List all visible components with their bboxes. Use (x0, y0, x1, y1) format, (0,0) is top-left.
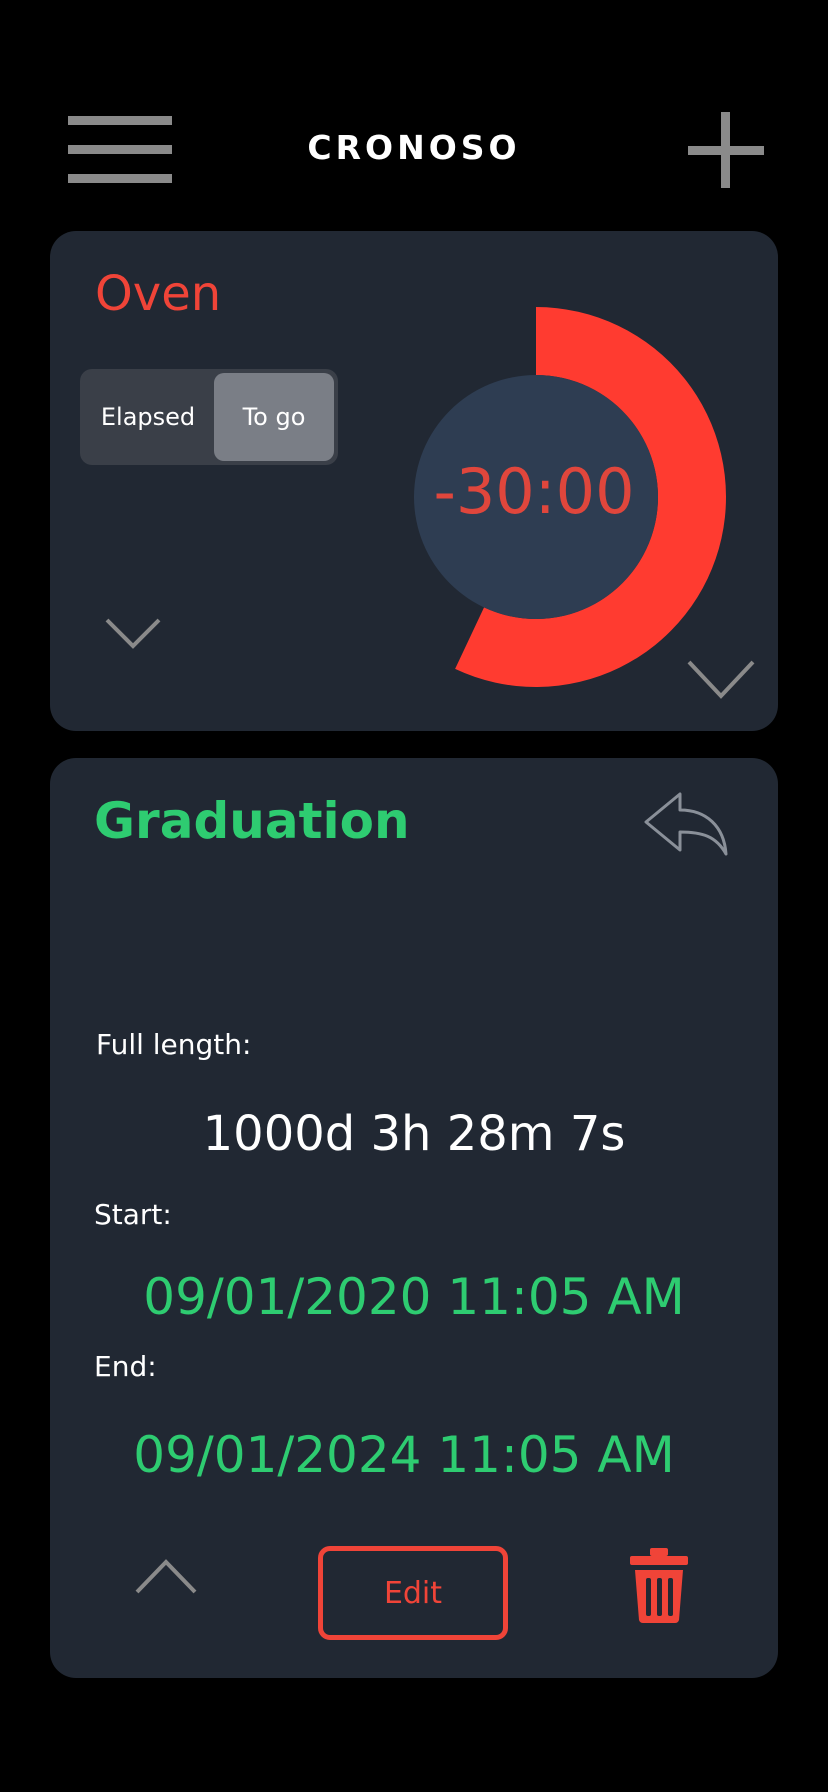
timer-title: Oven (95, 266, 222, 322)
timer-title: Graduation (94, 792, 410, 850)
reply-arrow-icon[interactable] (642, 790, 730, 858)
toggle-option-to-go[interactable]: To go (214, 373, 334, 461)
edit-button[interactable]: Edit (318, 1546, 508, 1640)
app-title: CRONOSO (307, 128, 521, 167)
chevron-down-icon[interactable] (686, 658, 756, 700)
trash-icon[interactable] (628, 1546, 690, 1624)
countdown-display: -30:00 (433, 455, 635, 528)
start-label: Start: (94, 1198, 172, 1231)
hamburger-menu-icon[interactable] (68, 114, 172, 186)
toggle-option-elapsed[interactable]: Elapsed (84, 373, 212, 461)
full-length-label: Full length: (96, 1028, 252, 1061)
start-value: 09/01/2020 11:05 AM (143, 1268, 685, 1326)
chevron-down-icon[interactable] (104, 616, 162, 652)
end-value: 09/01/2024 11:05 AM (133, 1426, 675, 1484)
chevron-up-icon[interactable] (134, 1558, 198, 1596)
end-label: End: (94, 1350, 157, 1383)
full-length-value: 1000d 3h 28m 7s (202, 1106, 626, 1162)
plus-icon[interactable] (688, 112, 764, 188)
